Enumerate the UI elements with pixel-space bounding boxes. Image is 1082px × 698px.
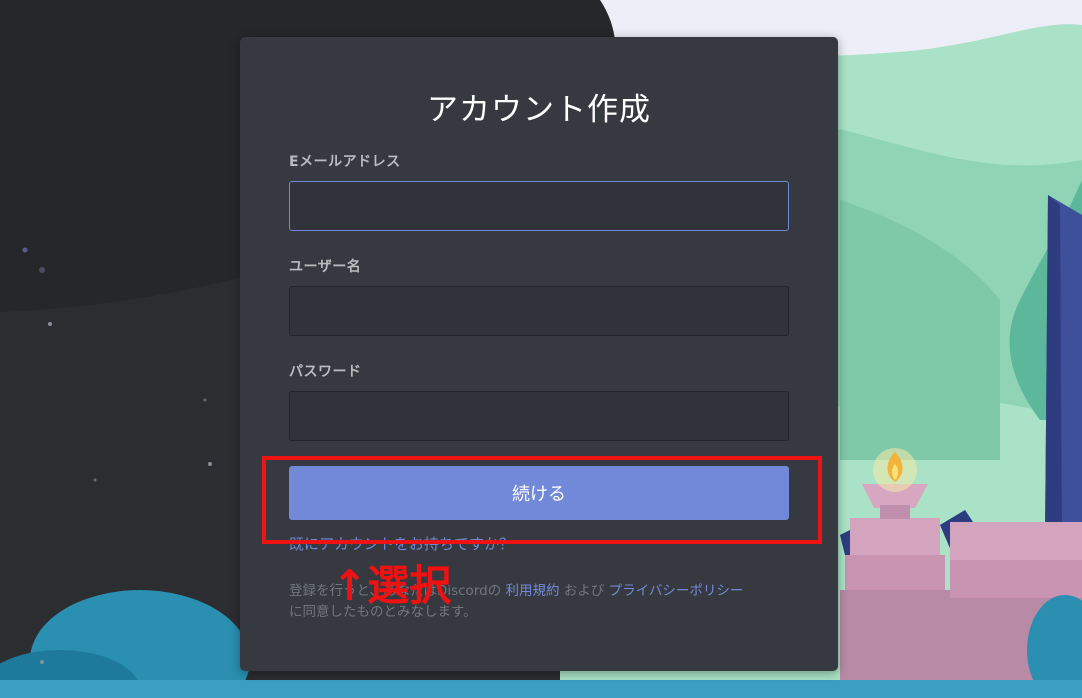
email-label: Eメールアドレス [289,154,401,170]
privacy-policy-link[interactable]: プライバシーポリシー [609,583,744,599]
username-label: ユーザー名 [289,259,362,275]
terms-middle: および [563,583,605,599]
email-field[interactable] [289,181,789,231]
login-link[interactable]: 既にアカウントをお持ちですか？ [289,533,514,554]
continue-button[interactable]: 続ける [289,466,789,520]
terms-suffix: に同意したものとみなします。 [289,604,477,620]
register-card: アカウント作成 Eメールアドレス ユーザー名 パスワード 続ける 既にアカウント… [240,37,838,671]
terms-prefix: 登録を行うと、あなたはDiscordの [289,583,502,599]
page-title: アカウント作成 [427,92,651,128]
password-field[interactable] [289,391,789,441]
terms-notice: 登録を行うと、あなたはDiscordの 利用規約 および プライバシーポリシー … [289,581,799,623]
terms-of-service-link[interactable]: 利用規約 [506,583,560,599]
username-field[interactable] [289,286,789,336]
password-label: パスワード [289,364,362,380]
